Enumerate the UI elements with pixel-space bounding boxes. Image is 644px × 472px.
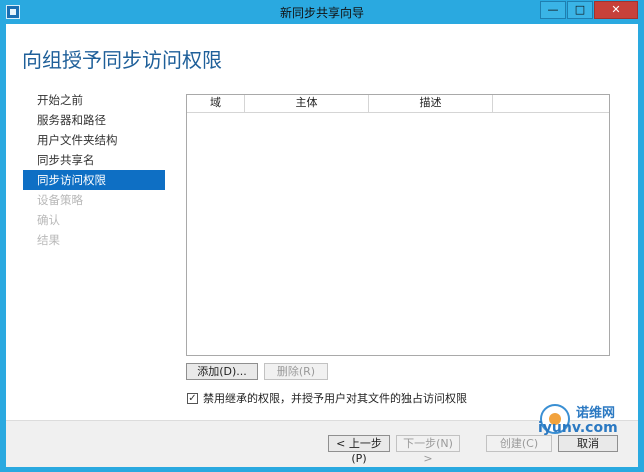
step-item-share-name[interactable]: 同步共享名 [23, 150, 165, 170]
disable-inheritance-label: 禁用继承的权限，并授予用户对其文件的独占访问权限 [203, 392, 467, 405]
wizard-steps: 开始之前 服务器和路径 用户文件夹结构 同步共享名 同步访问权限 设备策略 确认… [23, 90, 165, 250]
previous-button[interactable]: < 上一步(P) [328, 435, 390, 465]
window-controls: — □ ✕ [539, 1, 638, 19]
remove-button: 删除(R) [264, 363, 328, 380]
column-header-description[interactable]: 描述 [369, 95, 493, 112]
step-item-results: 结果 [37, 233, 60, 247]
step-item-folder-structure[interactable]: 用户文件夹结构 [23, 130, 165, 150]
step-item-device-policy: 设备策略 [37, 193, 83, 207]
watermark-top-text: 诺维网 [576, 406, 616, 421]
column-header-principal[interactable]: 主体 [245, 95, 369, 112]
step-item-confirm: 确认 [37, 213, 60, 227]
site-watermark: 诺维网 iyunv.com [538, 402, 634, 442]
table-header: 域 主体 描述 [187, 95, 609, 113]
maximize-button[interactable]: □ [567, 1, 593, 19]
step-item-server-path[interactable]: 服务器和路径 [23, 110, 165, 130]
add-button[interactable]: 添加(D)... [186, 363, 258, 380]
close-button[interactable]: ✕ [594, 1, 638, 19]
inheritance-option[interactable]: ✓ 禁用继承的权限，并授予用户对其文件的独占访问权限 [187, 390, 467, 406]
wizard-content: 向组授予同步访问权限 开始之前 服务器和路径 用户文件夹结构 同步共享名 同步访… [6, 24, 638, 467]
disable-inheritance-checkbox[interactable]: ✓ [187, 392, 198, 404]
step-item-before-start[interactable]: 开始之前 [23, 90, 165, 110]
next-button: 下一步(N) > [396, 435, 460, 465]
step-item-access-permissions[interactable]: 同步访问权限 [23, 170, 165, 190]
wizard-window: 新同步共享向导 — □ ✕ 向组授予同步访问权限 开始之前 服务器和路径 用户文… [0, 0, 644, 472]
page-title: 向组授予同步访问权限 [22, 48, 222, 72]
minimize-button[interactable]: — [540, 1, 566, 19]
column-header-domain[interactable]: 域 [187, 95, 245, 112]
watermark-bottom-text: iyunv.com [538, 420, 618, 436]
column-header-empty [493, 95, 609, 112]
title-bar: 新同步共享向导 — □ ✕ [0, 0, 644, 24]
permissions-table[interactable]: 域 主体 描述 [186, 94, 610, 356]
